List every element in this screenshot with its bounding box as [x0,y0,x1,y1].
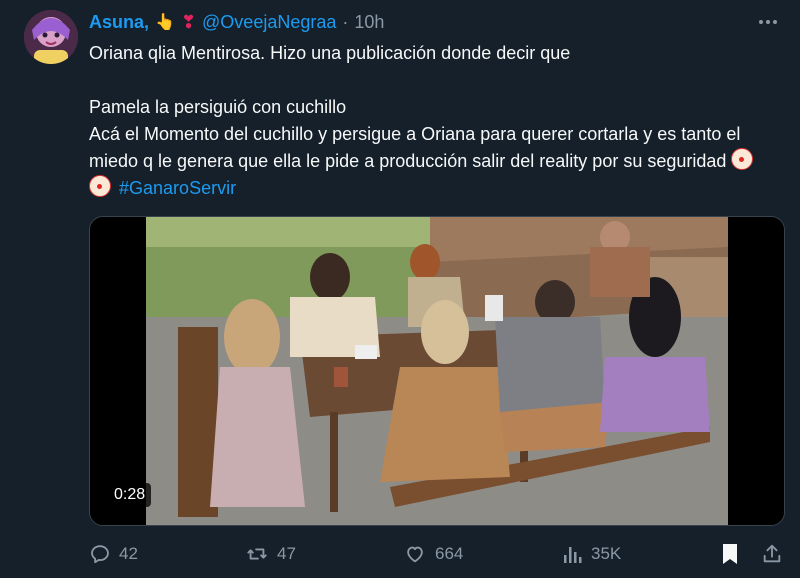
dot-separator: · [342,11,349,32]
bookmark-icon [723,544,737,564]
timestamp[interactable]: 10h [354,12,384,33]
bookmark-button[interactable] [721,541,739,567]
tweet-line: Oriana qlia Mentirosa. Hizo una publicac… [89,43,571,63]
retweet-button[interactable]: 47 [245,541,296,567]
reply-button[interactable]: 42 [89,541,138,567]
hand-emoji-icon: 👆 [155,14,175,31]
video-frame [90,217,784,525]
views-button[interactable]: 35K [563,541,621,567]
clown-emoji-icon [89,175,111,197]
author-name[interactable]: Asuna, [89,12,149,33]
tweet-text: Oriana qlia Mentirosa. Hizo una publicac… [89,40,779,202]
hashtag-link[interactable]: #GanaroServir [119,178,236,198]
tweet: Asuna, 👆 ❣ @OveejaNegraa · 10h Oriana ql… [0,0,800,578]
clown-emoji-icon [731,148,754,170]
retweet-count: 47 [277,544,296,563]
like-icon [407,546,423,563]
share-icon [763,544,781,563]
more-icon[interactable] [756,12,780,32]
views-icon [564,547,582,563]
tweet-header: Asuna, 👆 ❣ @OveejaNegraa · 10h [89,10,384,34]
tweet-line: Pamela la persiguió con cuchillo [89,97,347,117]
views-count: 35K [591,544,622,563]
reply-count: 42 [119,544,138,563]
like-count: 664 [435,544,464,563]
like-button[interactable]: 664 [403,541,463,567]
share-button[interactable] [761,541,783,567]
tweet-line: Acá el Momento del cuchillo y persigue a… [89,121,779,202]
reply-icon [91,545,109,564]
avatar[interactable] [24,10,78,64]
tweet-line-text: Acá el Momento del cuchillo y persigue a… [89,124,741,171]
action-bar: 42 47 664 35K [89,541,784,567]
author-handle[interactable]: @OveejaNegraa [202,12,336,33]
retweet-icon [247,548,267,560]
video-player[interactable]: 0:28 [89,216,785,526]
heart-exclamation-icon: ❣ [180,11,197,32]
video-duration: 0:28 [108,483,152,507]
